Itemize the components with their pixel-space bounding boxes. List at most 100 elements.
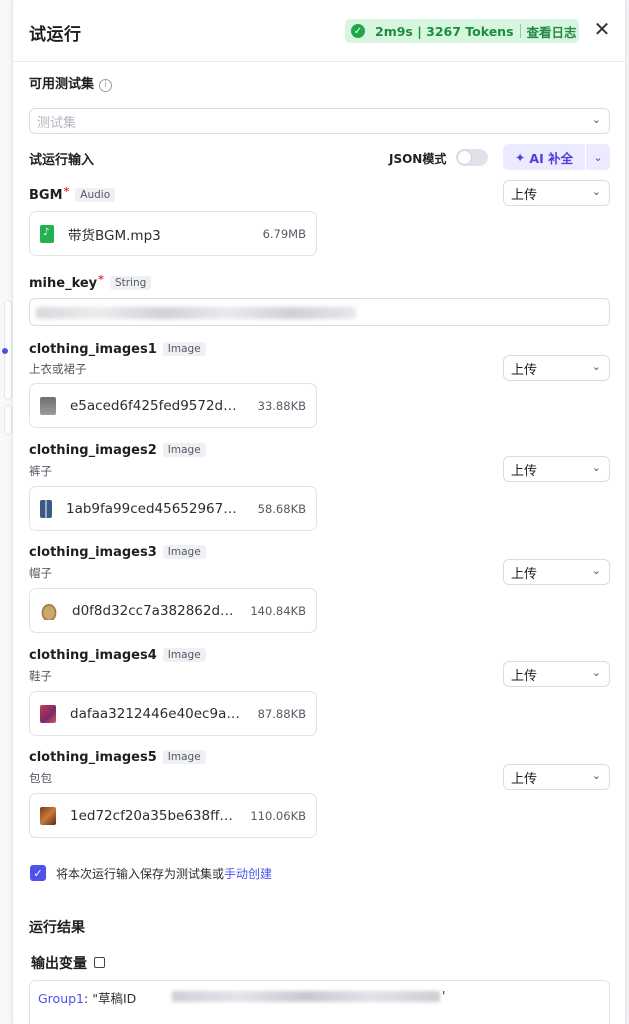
chevron-down-icon: ⌄ bbox=[591, 666, 601, 679]
canvas-node-fragment bbox=[4, 405, 12, 435]
save-as-testset-checkbox[interactable]: ✓ bbox=[30, 865, 46, 881]
chevron-down-icon: ⌄ bbox=[591, 769, 601, 782]
file-size: 6.79MB bbox=[262, 226, 306, 241]
img3-label-row: clothing_images3 Image bbox=[29, 545, 206, 560]
file-size: 140.84KB bbox=[250, 603, 306, 618]
img5-label-row: clothing_images5 Image bbox=[29, 750, 206, 765]
img1-file-card[interactable]: e5aced6f425fed9572d… 33.88KB bbox=[29, 383, 317, 428]
mihe-key-label-row: mihe_key* String bbox=[29, 273, 152, 291]
img3-desc: 帽子 bbox=[29, 566, 52, 580]
img2-desc: 裤子 bbox=[29, 464, 52, 478]
type-tag: Image bbox=[162, 443, 206, 457]
file-size: 33.88KB bbox=[257, 398, 306, 413]
view-logs-link[interactable]: 查看日志 bbox=[527, 22, 577, 41]
img2-name: clothing_images2 bbox=[29, 443, 157, 458]
file-size: 110.06KB bbox=[250, 808, 306, 823]
img2-label-row: clothing_images2 Image bbox=[29, 443, 206, 458]
image-thumbnail bbox=[40, 806, 56, 825]
img4-name: clothing_images4 bbox=[29, 648, 157, 663]
img1-label-row: clothing_images1 Image bbox=[29, 342, 206, 357]
testset-label: 可用测试集 bbox=[29, 77, 95, 92]
panel-header: 试运行 ✓ 2m9s | 3267 Tokens 查看日志 ✕ bbox=[13, 0, 625, 62]
file-size: 58.68KB bbox=[257, 501, 306, 516]
chevron-down-icon: ⌄ bbox=[591, 564, 601, 577]
file-name: d0f8d32cc7a382862d… bbox=[72, 602, 234, 619]
img4-upload-select[interactable]: 上传 ⌄ bbox=[503, 661, 610, 687]
chevron-down-icon: ⌄ bbox=[591, 360, 601, 373]
upload-label: 上传 bbox=[511, 187, 538, 203]
img4-desc: 鞋子 bbox=[29, 669, 52, 683]
mihe-key-name: mihe_key bbox=[29, 276, 98, 291]
json-mode-toggle[interactable] bbox=[456, 149, 488, 166]
run-status-badge: ✓ 2m9s | 3267 Tokens 查看日志 bbox=[345, 19, 579, 43]
bgm-upload-select[interactable]: 上传 ⌄ bbox=[503, 180, 610, 206]
ai-fill-dropdown[interactable]: ⌄ bbox=[586, 144, 610, 170]
type-tag: Image bbox=[162, 648, 206, 662]
output-variables-title: 输出变量 bbox=[31, 956, 87, 972]
file-name: 1ab9fa99ced45652967… bbox=[66, 500, 237, 517]
output-value-prefix: : "草稿ID bbox=[84, 991, 137, 1006]
run-stats: 2m9s | 3267 Tokens bbox=[375, 23, 514, 39]
upload-label: 上传 bbox=[511, 362, 538, 378]
type-tag: Audio bbox=[75, 188, 116, 202]
type-tag: Image bbox=[162, 545, 206, 559]
type-tag: Image bbox=[162, 750, 206, 764]
copy-icon[interactable] bbox=[94, 957, 105, 968]
img3-upload-select[interactable]: 上传 ⌄ bbox=[503, 559, 610, 585]
run-results-title: 运行结果 bbox=[29, 920, 85, 936]
testset-placeholder: 测试集 bbox=[37, 115, 77, 131]
output-box: Group1: "草稿ID ' bbox=[29, 980, 610, 1024]
file-name: 1ed72cf20a35be638ff… bbox=[70, 807, 233, 824]
file-name: dafaa3212446e40ec9a… bbox=[70, 705, 240, 722]
chevron-down-icon: ⌄ bbox=[591, 461, 601, 474]
output-line: Group1: "草稿ID bbox=[38, 988, 136, 1007]
manual-create-link[interactable]: 手动创建 bbox=[224, 867, 272, 881]
json-mode-label: JSON模式 bbox=[389, 152, 447, 166]
upload-label: 上传 bbox=[511, 668, 538, 684]
bgm-file-card[interactable]: ♪ 带货BGM.mp3 6.79MB bbox=[29, 211, 317, 256]
bgm-label-row: BGM* Audio bbox=[29, 185, 116, 203]
output-value-suffix: ' bbox=[442, 988, 446, 1003]
file-size: 87.88KB bbox=[257, 706, 306, 721]
testset-label-row: 可用测试集 i bbox=[29, 73, 113, 92]
file-name: 带货BGM.mp3 bbox=[68, 227, 161, 244]
img5-name: clothing_images5 bbox=[29, 750, 157, 765]
save-as-testset-text: 将本次运行输入保存为测试集或 bbox=[56, 867, 225, 881]
sparkle-icon: ✦ bbox=[514, 149, 526, 165]
canvas-port-dot bbox=[2, 348, 8, 354]
redacted-output bbox=[172, 991, 440, 1002]
upload-label: 上传 bbox=[511, 771, 538, 787]
image-thumbnail bbox=[40, 396, 56, 415]
output-key: Group1 bbox=[38, 991, 85, 1006]
ai-fill-label: AI 补全 bbox=[529, 150, 574, 166]
img5-upload-select[interactable]: 上传 ⌄ bbox=[503, 764, 610, 790]
image-thumbnail bbox=[40, 499, 52, 518]
testset-select[interactable]: 测试集 ⌄ bbox=[29, 108, 610, 134]
chevron-down-icon: ⌄ bbox=[591, 185, 601, 198]
info-icon[interactable]: i bbox=[99, 79, 113, 92]
badge-divider bbox=[519, 24, 521, 38]
img5-desc: 包包 bbox=[29, 771, 52, 785]
required-asterisk: * bbox=[98, 273, 104, 286]
img1-upload-select[interactable]: 上传 ⌄ bbox=[503, 355, 610, 381]
img2-upload-select[interactable]: 上传 ⌄ bbox=[503, 456, 610, 482]
save-as-testset-label: 将本次运行输入保存为测试集或手动创建 bbox=[56, 865, 272, 882]
type-tag: Image bbox=[162, 342, 206, 356]
close-icon[interactable]: ✕ bbox=[591, 18, 613, 40]
img3-file-card[interactable]: d0f8d32cc7a382862d… 140.84KB bbox=[29, 588, 317, 633]
bgm-name: BGM bbox=[29, 188, 63, 203]
panel-title: 试运行 bbox=[29, 25, 82, 45]
img4-file-card[interactable]: dafaa3212446e40ec9a… 87.88KB bbox=[29, 691, 317, 736]
img2-file-card[interactable]: 1ab9fa99ced45652967… 58.68KB bbox=[29, 486, 317, 531]
audio-file-icon: ♪ bbox=[40, 224, 54, 243]
required-asterisk: * bbox=[63, 185, 70, 198]
file-name: e5aced6f425fed9572d… bbox=[70, 397, 237, 414]
success-check-icon: ✓ bbox=[351, 24, 365, 38]
test-run-panel: 试运行 ✓ 2m9s | 3267 Tokens 查看日志 ✕ 可用测试集 i 测… bbox=[12, 0, 626, 1024]
ai-fill-button[interactable]: ✦ AI 补全 bbox=[503, 144, 585, 170]
img4-label-row: clothing_images4 Image bbox=[29, 648, 206, 663]
image-thumbnail bbox=[40, 601, 58, 620]
img1-name: clothing_images1 bbox=[29, 342, 157, 357]
mihe-key-input[interactable] bbox=[29, 298, 610, 326]
img5-file-card[interactable]: 1ed72cf20a35be638ff… 110.06KB bbox=[29, 793, 317, 838]
